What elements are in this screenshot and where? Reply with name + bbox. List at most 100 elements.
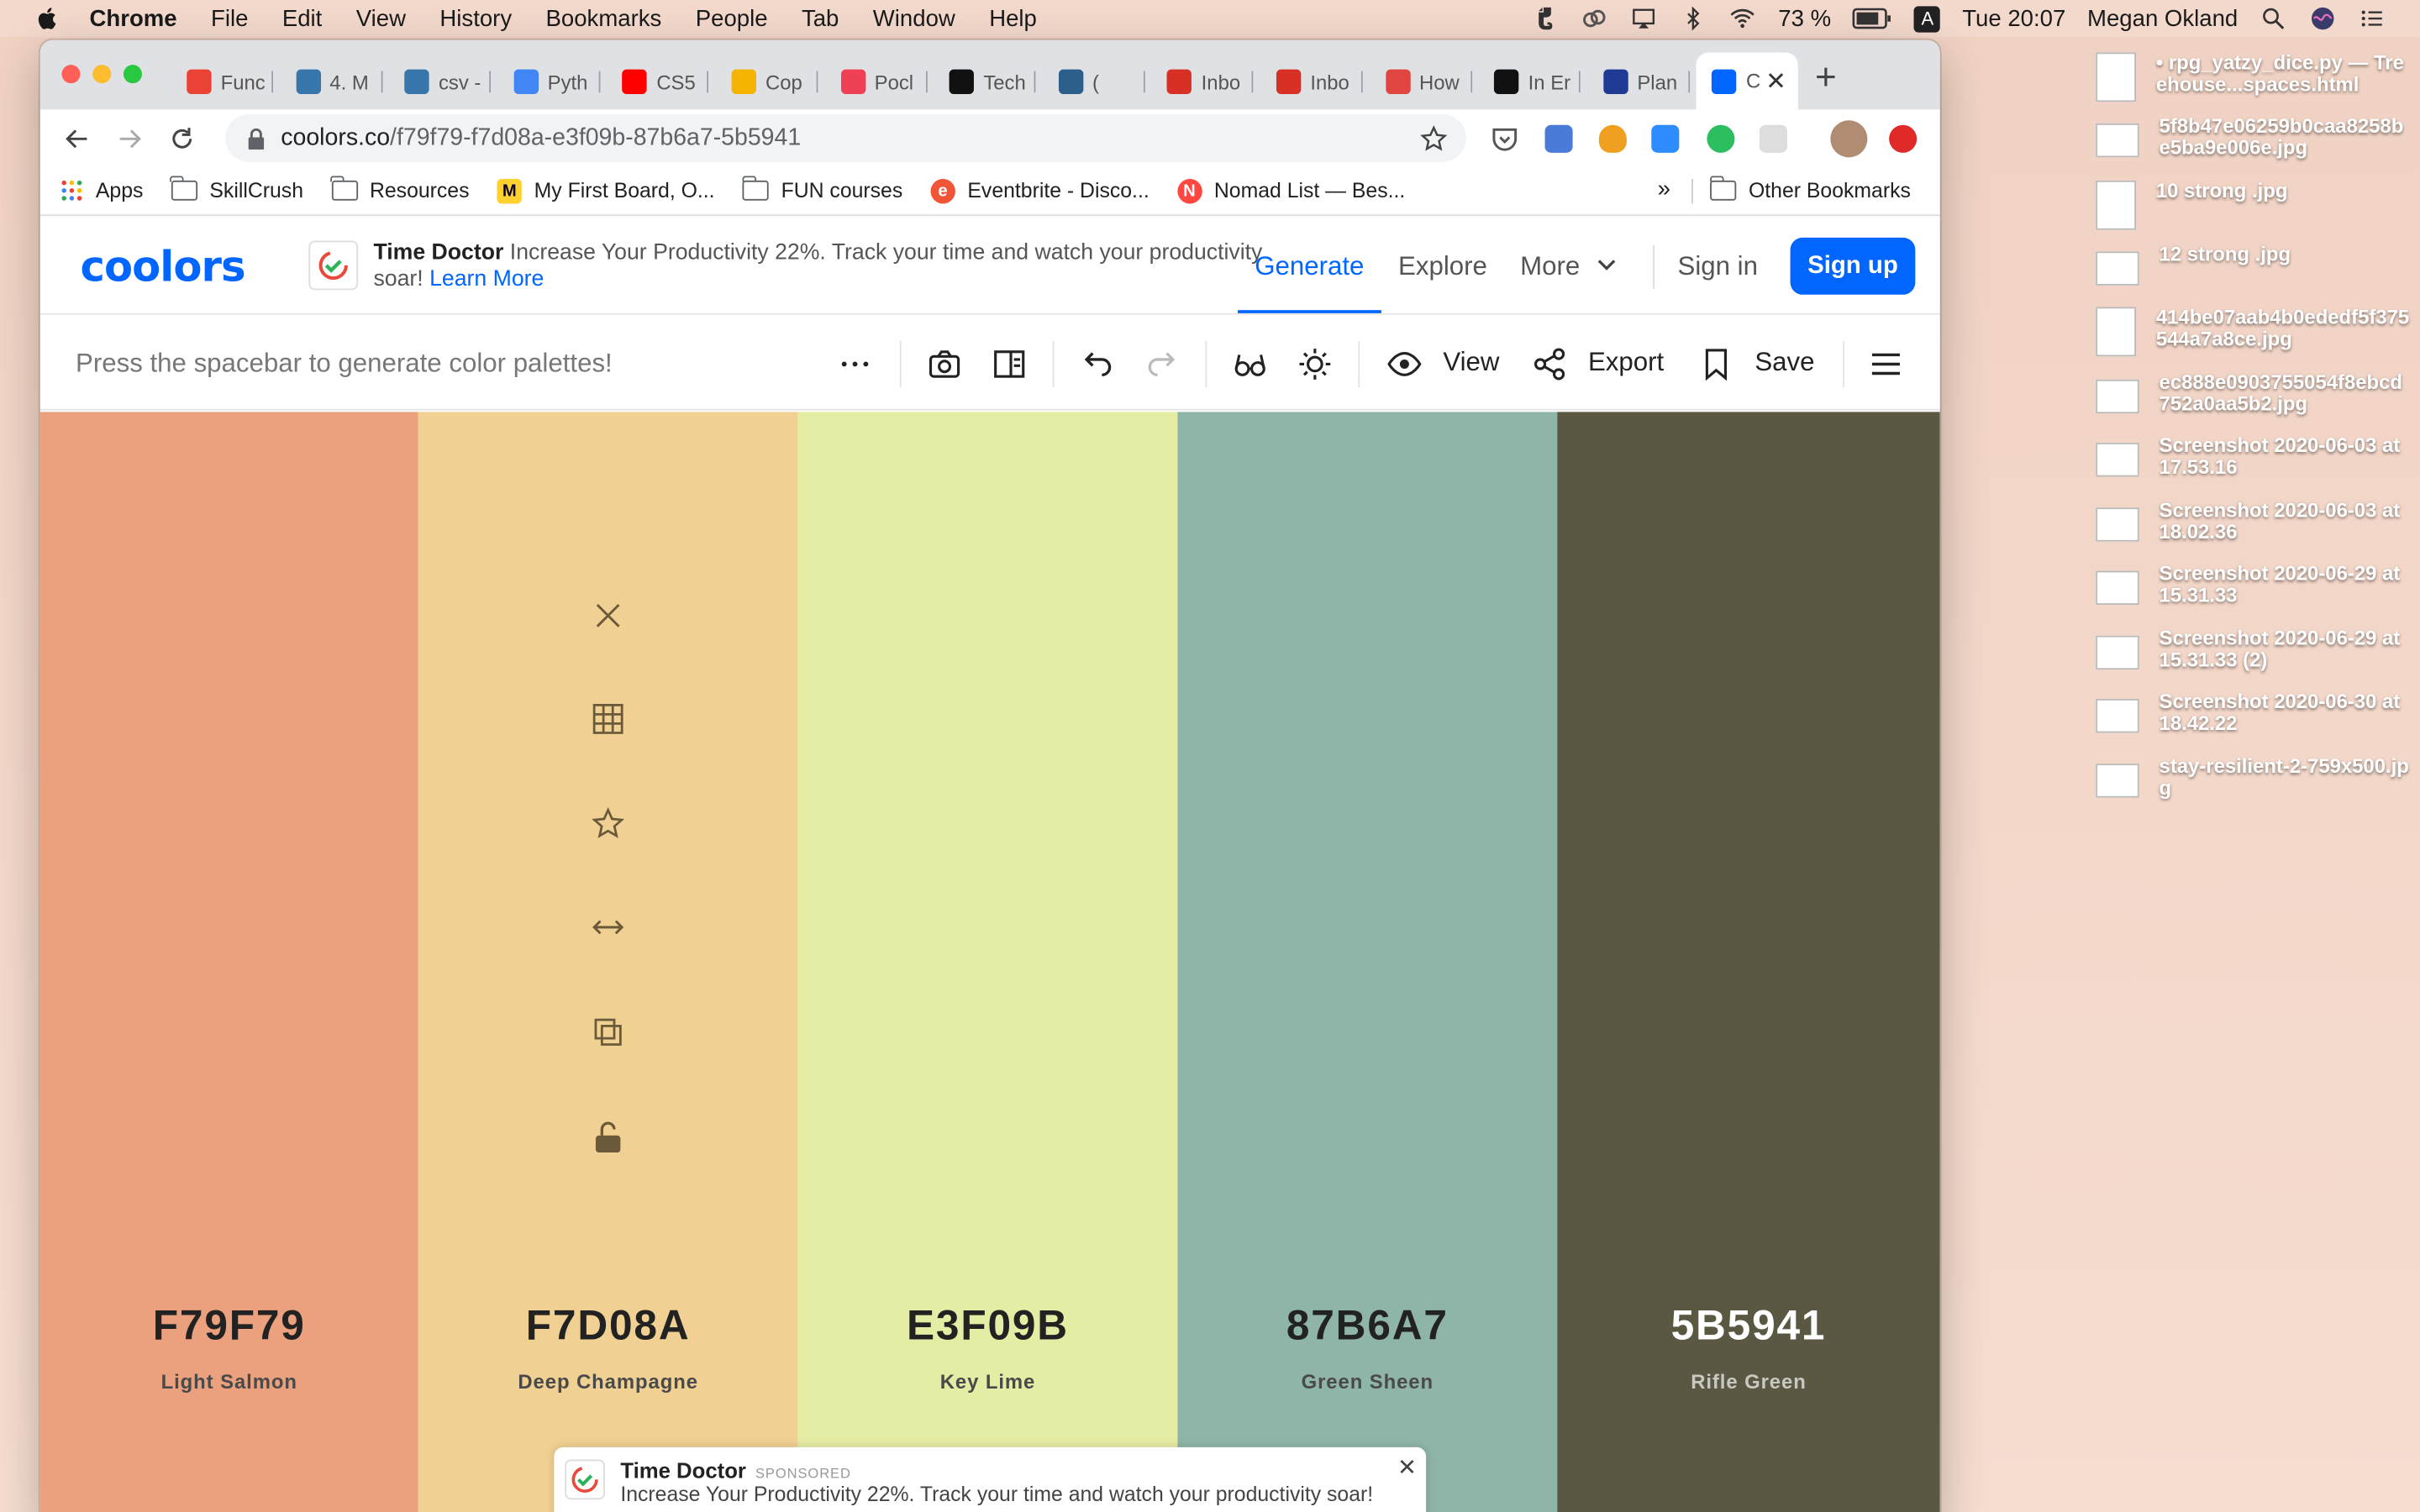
- desktop-file[interactable]: 12 strong .jpg: [2096, 243, 2412, 286]
- browser-tab[interactable]: In Er: [1479, 61, 1581, 102]
- forward-button[interactable]: [114, 123, 145, 154]
- fire-extension-icon[interactable]: [1598, 124, 1627, 153]
- desktop-file[interactable]: 5f8b47e06259b0caa8258be5ba9e006e.jpg: [2096, 115, 2412, 159]
- airplay-icon[interactable]: [1630, 6, 1658, 30]
- desktop-file[interactable]: 10 strong .jpg: [2096, 180, 2412, 230]
- browser-tab[interactable]: Plan: [1588, 61, 1690, 102]
- menu-view[interactable]: View: [356, 5, 406, 31]
- bookmark-other[interactable]: Other Bookmarks: [1709, 176, 1911, 202]
- menu-history[interactable]: History: [439, 5, 512, 31]
- ad-learn-more-link[interactable]: Learn More: [429, 267, 544, 291]
- color-swatch[interactable]: E3F09B Key Lime: [797, 412, 1178, 1512]
- clock[interactable]: Tue 20:07: [1962, 5, 2065, 31]
- desktop-file[interactable]: 414be07aab4b0ededf5f375544a7a8ce.jpg: [2096, 307, 2412, 357]
- desktop-file[interactable]: Screenshot 2020-06-03 at 18.02.36: [2096, 499, 2412, 543]
- bookmark-icon[interactable]: [1697, 345, 1734, 382]
- menu-people[interactable]: People: [696, 5, 768, 31]
- menu-window[interactable]: Window: [873, 5, 955, 31]
- browser-tab[interactable]: Pocl: [825, 61, 928, 102]
- view-layout-icon[interactable]: [991, 345, 1028, 382]
- nav-explore[interactable]: Explore: [1398, 251, 1487, 282]
- sign-in-link[interactable]: Sign in: [1677, 251, 1757, 282]
- spotlight-search-icon[interactable]: [2260, 6, 2287, 30]
- lock-icon[interactable]: [247, 127, 266, 150]
- remove-color-icon[interactable]: [590, 597, 627, 634]
- user-name[interactable]: Megan Okland: [2087, 5, 2238, 31]
- sign-up-button[interactable]: Sign up: [1790, 237, 1916, 295]
- menu-tab[interactable]: Tab: [802, 5, 839, 31]
- color-swatch[interactable]: F79F79 Light Salmon: [39, 412, 418, 1512]
- creative-cloud-icon[interactable]: [1581, 6, 1608, 30]
- desktop-file[interactable]: Screenshot 2020-06-03 at 17.53.16: [2096, 434, 2412, 478]
- browser-tab[interactable]: csv -: [389, 61, 492, 102]
- coolors-logo[interactable]: coolors: [81, 244, 246, 291]
- desktop-file[interactable]: • rpg_yatzy_dice.py — Treehouse...spaces…: [2096, 52, 2412, 102]
- menu-edit[interactable]: Edit: [282, 5, 322, 31]
- export-button[interactable]: Export: [1588, 347, 1664, 378]
- desktop-file[interactable]: Screenshot 2020-06-29 at 15.31.33: [2096, 562, 2412, 606]
- color-hex-code[interactable]: F7D08A: [418, 1302, 798, 1350]
- view-button[interactable]: View: [1443, 347, 1499, 378]
- grey-extension-icon[interactable]: [1759, 124, 1787, 153]
- close-banner-icon[interactable]: ✕: [1397, 1453, 1417, 1481]
- new-tab-button[interactable]: +: [1815, 57, 1837, 100]
- sponsored-banner[interactable]: Time Doctor SPONSORED Increase Your Produ…: [554, 1446, 1427, 1512]
- browser-tab[interactable]: C ✕: [1697, 52, 1799, 110]
- wifi-icon[interactable]: [1729, 6, 1757, 30]
- bookmark-eventbrite[interactable]: e Eventbrite - Disco...: [930, 178, 1150, 203]
- browser-tab[interactable]: Func: [171, 61, 274, 102]
- bookmarks-overflow-button[interactable]: »: [1658, 176, 1670, 202]
- desktop-file[interactable]: ec888e0903755054f8ebcd752a0aa5b2.jpg: [2096, 371, 2412, 415]
- undo-icon[interactable]: [1079, 345, 1116, 382]
- browser-tab[interactable]: Tech: [934, 61, 1036, 102]
- evernote-icon[interactable]: [1531, 6, 1559, 30]
- color-swatch[interactable]: F7D08A Deep Champagne: [418, 412, 798, 1512]
- browser-tab[interactable]: CS5: [608, 61, 709, 102]
- nav-more[interactable]: More: [1520, 251, 1618, 282]
- unlocked-icon[interactable]: [590, 1119, 627, 1156]
- nav-generate[interactable]: Generate: [1255, 251, 1364, 282]
- hamburger-menu-icon[interactable]: [1867, 345, 1904, 382]
- notification-center-icon[interactable]: [2358, 6, 2386, 30]
- adjust-brightness-icon[interactable]: [1297, 345, 1334, 382]
- browser-tab[interactable]: Inbo: [1152, 61, 1255, 102]
- translate-extension-icon[interactable]: [1544, 124, 1573, 153]
- reload-button[interactable]: [166, 123, 197, 154]
- bookmark-apps[interactable]: Apps: [61, 179, 143, 202]
- color-hex-code[interactable]: 87B6A7: [1177, 1302, 1557, 1350]
- bluetooth-icon[interactable]: [1680, 6, 1707, 31]
- copy-icon[interactable]: [590, 1014, 627, 1051]
- save-button[interactable]: Save: [1754, 347, 1814, 378]
- desktop-file[interactable]: Screenshot 2020-06-30 at 18.42.22: [2096, 690, 2412, 734]
- bookmark-fun-courses[interactable]: FUN courses: [741, 176, 902, 202]
- share-icon[interactable]: [1531, 345, 1568, 382]
- pocket-extension-icon[interactable]: [1491, 125, 1518, 153]
- color-blindness-glasses-icon[interactable]: [1232, 345, 1269, 382]
- minimize-window-button[interactable]: [92, 65, 112, 84]
- browser-tab[interactable]: 4. M: [281, 61, 382, 102]
- browser-tab[interactable]: How: [1370, 61, 1472, 102]
- bookmark-my-first-board[interactable]: M My First Board, O...: [497, 178, 715, 203]
- color-swatch[interactable]: 87B6A7 Green Sheen: [1177, 412, 1558, 1512]
- zoom-extension-icon[interactable]: [1651, 124, 1680, 153]
- back-button[interactable]: [61, 123, 92, 154]
- menu-app-name[interactable]: Chrome: [90, 5, 177, 31]
- bookmark-nomad-list[interactable]: N Nomad List — Bes...: [1176, 178, 1405, 203]
- close-tab-icon[interactable]: ✕: [1765, 66, 1786, 97]
- input-source-indicator[interactable]: A: [1914, 5, 1941, 32]
- desktop-file[interactable]: Screenshot 2020-06-29 at 15.31.33 (2): [2096, 627, 2412, 671]
- color-hex-code[interactable]: E3F09B: [798, 1302, 1178, 1350]
- battery-icon[interactable]: [1853, 6, 1893, 30]
- time-doctor-icon[interactable]: [308, 240, 359, 291]
- bookmark-skillcrush[interactable]: SkillCrush: [170, 176, 303, 202]
- browser-tab[interactable]: Cop: [716, 61, 818, 102]
- address-bar[interactable]: coolors.co/f79f79-f7d08a-e3f09b-87b6a7-5…: [225, 113, 1466, 162]
- redo-icon[interactable]: [1144, 345, 1181, 382]
- camera-icon[interactable]: [926, 345, 963, 382]
- drag-handle-icon[interactable]: [590, 909, 627, 946]
- browser-tab[interactable]: Pyth: [498, 61, 601, 102]
- color-hex-code[interactable]: F79F79: [40, 1302, 418, 1350]
- close-window-button[interactable]: [61, 65, 81, 84]
- menu-bookmarks[interactable]: Bookmarks: [546, 5, 662, 31]
- color-swatch[interactable]: 5B5941 Rifle Green: [1557, 412, 1940, 1512]
